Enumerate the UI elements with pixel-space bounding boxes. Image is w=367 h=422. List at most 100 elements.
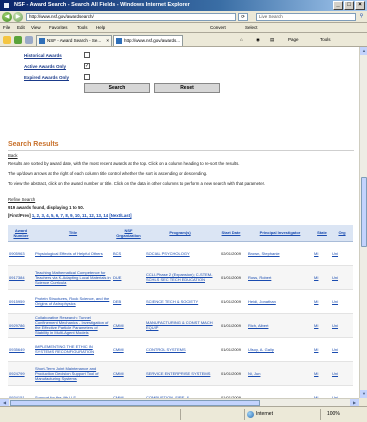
convert-button[interactable]: Convert bbox=[210, 25, 226, 30]
expired-awards-checkbox[interactable] bbox=[84, 74, 90, 80]
col-organization[interactable]: NSF Organization bbox=[112, 225, 145, 242]
org-link[interactable]: Uni bbox=[331, 265, 353, 290]
programs-link[interactable]: SOCIAL PSYCHOLOGY bbox=[145, 241, 215, 266]
page-menu[interactable]: Page bbox=[288, 37, 299, 42]
zoom-level[interactable]: 100% bbox=[327, 411, 340, 417]
scroll-up-icon[interactable]: ▲ bbox=[360, 47, 367, 55]
historical-awards-label[interactable]: Historical Awards bbox=[24, 53, 84, 58]
title-link[interactable]: Teaching Mathematical Competence for Tea… bbox=[34, 265, 112, 290]
organization-link[interactable]: CMMI bbox=[112, 385, 145, 398]
title-link[interactable]: Collaborative Research: Tunnel Confineme… bbox=[34, 313, 112, 338]
menu-edit[interactable]: Edit bbox=[17, 25, 25, 30]
organization-link[interactable]: DEB bbox=[112, 289, 145, 314]
title-link[interactable]: Support for the 4th U.S. bbox=[34, 385, 112, 398]
investigator-link[interactable]: Ni, Jun bbox=[247, 361, 313, 386]
programs-link[interactable]: SCIENCE TECH & SOCIETY bbox=[145, 289, 215, 314]
vertical-scroll-thumb[interactable] bbox=[361, 177, 367, 247]
minimize-button[interactable]: _ bbox=[333, 1, 343, 10]
award-number-link[interactable]: 0935649 bbox=[8, 337, 34, 362]
org-link[interactable]: Uni bbox=[331, 385, 353, 398]
col-title[interactable]: Title bbox=[34, 225, 112, 242]
programs-link[interactable]: COMBUSTION, FIRE, & bbox=[145, 385, 215, 398]
org-link[interactable]: Uni bbox=[331, 361, 353, 386]
menu-tools[interactable]: Tools bbox=[77, 25, 88, 30]
programs-link[interactable]: MANUFACTURING & CONST MACH EQUIP bbox=[145, 313, 215, 338]
menu-favorites[interactable]: Favorites bbox=[49, 25, 68, 30]
investigator-link[interactable]: Rich, Albert bbox=[247, 313, 313, 338]
organization-link[interactable]: CMMI bbox=[112, 337, 145, 362]
state-link[interactable]: MI bbox=[313, 265, 331, 290]
state-link[interactable]: MI bbox=[313, 241, 331, 266]
pager-next-last[interactable]: [Next/Last] bbox=[109, 213, 131, 218]
refine-search-link[interactable]: Refine Search bbox=[8, 197, 353, 202]
organization-link[interactable]: DUE bbox=[112, 265, 145, 290]
tab-award-search[interactable]: NSF - Award Search - Se... × bbox=[36, 35, 112, 46]
col-investigator[interactable]: Principal Investigator bbox=[247, 225, 313, 242]
title-link[interactable]: Short-Term Joint Maintenance and Product… bbox=[34, 361, 112, 386]
title-link[interactable]: Protein Structures, Rock Science, and th… bbox=[34, 289, 112, 314]
investigator-link[interactable]: Ulsoy, A. Galip bbox=[247, 337, 313, 362]
investigator-link[interactable]: Heidi, Jonathan bbox=[247, 289, 313, 314]
col-award-number[interactable]: Award Number bbox=[8, 225, 34, 242]
org-link[interactable]: Uni bbox=[331, 313, 353, 338]
award-number-link[interactable]: 0929786 bbox=[8, 313, 34, 338]
organization-link[interactable]: CMMI bbox=[112, 313, 145, 338]
col-org[interactable]: Org bbox=[331, 225, 353, 242]
investigator-link[interactable] bbox=[247, 385, 313, 398]
organization-link[interactable]: CMMI bbox=[112, 361, 145, 386]
investigator-link[interactable]: Ross, Robert bbox=[247, 265, 313, 290]
vertical-scrollbar[interactable]: ▲ ▼ bbox=[359, 47, 367, 398]
org-link[interactable]: Uni bbox=[331, 337, 353, 362]
favorites-star-icon[interactable] bbox=[3, 36, 11, 44]
maximize-button[interactable]: □ bbox=[344, 1, 354, 10]
forward-button[interactable]: ▶ bbox=[13, 12, 23, 22]
reset-button[interactable]: Reset bbox=[154, 83, 220, 93]
back-link[interactable]: Back bbox=[8, 153, 353, 158]
state-link[interactable]: MI bbox=[313, 385, 331, 398]
select-button[interactable]: Select bbox=[245, 25, 258, 30]
menu-file[interactable]: File bbox=[3, 25, 10, 30]
state-link[interactable]: MI bbox=[313, 337, 331, 362]
close-tab-icon[interactable]: × bbox=[106, 36, 109, 46]
title-link[interactable]: IMPLEMENTING THE ETHIC IN SYSTEMS RECONF… bbox=[34, 337, 112, 362]
state-link[interactable]: MI bbox=[313, 289, 331, 314]
title-link[interactable]: Physiological Effects of Helpful Others bbox=[34, 241, 112, 266]
search-button[interactable]: Search bbox=[84, 83, 150, 93]
award-number-link[interactable]: 0934151 bbox=[8, 385, 34, 398]
state-link[interactable]: MI bbox=[313, 313, 331, 338]
col-start-date[interactable]: Start Date bbox=[215, 225, 247, 242]
active-awards-label[interactable]: Active Awards Only bbox=[24, 64, 84, 69]
state-link[interactable]: MI bbox=[313, 361, 331, 386]
tools-menu[interactable]: Tools bbox=[320, 37, 331, 42]
add-favorites-icon[interactable] bbox=[14, 36, 22, 44]
col-programs[interactable]: Program(s) bbox=[145, 225, 215, 242]
investigator-link[interactable]: Brown, Stephanie bbox=[247, 241, 313, 266]
award-number-link[interactable]: 0924799 bbox=[8, 361, 34, 386]
programs-link[interactable]: CCLI-Phase 2 (Expansion); C-STEM-SCHLS S… bbox=[145, 265, 215, 290]
expired-awards-label[interactable]: Expired Awards Only bbox=[24, 75, 84, 80]
scroll-down-icon[interactable]: ▼ bbox=[360, 390, 367, 398]
menu-view[interactable]: View bbox=[31, 25, 41, 30]
programs-link[interactable]: SERVICE ENTERPRISE SYSTEMS bbox=[145, 361, 215, 386]
award-number-link[interactable]: 0915959 bbox=[8, 289, 34, 314]
horizontal-scrollbar[interactable]: ◀ ▶ bbox=[0, 398, 359, 407]
print-icon[interactable]: ▤ bbox=[270, 37, 274, 43]
organization-link[interactable]: BCS bbox=[112, 241, 145, 266]
address-input[interactable]: http://www.nsf.gov/awardsearch/ bbox=[26, 13, 236, 21]
tab-list-icon[interactable] bbox=[25, 36, 33, 44]
back-button[interactable]: ◀ bbox=[2, 12, 12, 22]
org-link[interactable]: Uni bbox=[331, 289, 353, 314]
feeds-icon[interactable]: ◉ bbox=[256, 37, 260, 43]
award-number-link[interactable]: 0905963 bbox=[8, 241, 34, 266]
active-awards-checkbox[interactable]: ✓ bbox=[84, 63, 90, 69]
org-link[interactable]: Uni bbox=[331, 241, 353, 266]
search-input[interactable]: Live Search bbox=[256, 13, 356, 21]
historical-awards-checkbox[interactable] bbox=[84, 52, 90, 58]
programs-link[interactable]: CONTROL SYSTEMS bbox=[145, 337, 215, 362]
search-icon[interactable]: ⚲ bbox=[357, 13, 366, 21]
pager-first-prev[interactable]: [First/Prev] bbox=[8, 213, 31, 218]
pager-pages[interactable]: 1, 2, 3, 4, 5, 6, 7, 8, 9, 10, 11, 12, 1… bbox=[32, 213, 108, 218]
award-number-link[interactable]: 0917384 bbox=[8, 265, 34, 290]
col-state[interactable]: State bbox=[313, 225, 331, 242]
home-icon[interactable]: ⌂ bbox=[240, 37, 243, 42]
